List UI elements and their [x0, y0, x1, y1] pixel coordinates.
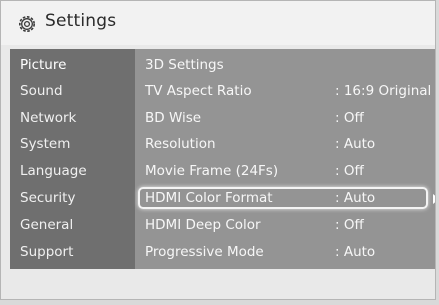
sidebar-item-language[interactable]: Language	[10, 158, 135, 184]
sidebar-item-support[interactable]: Support	[10, 239, 135, 265]
row-label: HDMI Deep Color	[145, 217, 261, 233]
row-value: : 16:9 Original	[335, 83, 432, 99]
row-value: : Off	[335, 217, 364, 233]
settings-list: 3D Settings TV Aspect Ratio : 16:9 Origi…	[135, 49, 435, 269]
row-value: : Auto	[335, 136, 376, 152]
row-value: : Auto	[335, 190, 376, 206]
menu-row-progressive-mode[interactable]: Progressive Mode : Auto	[135, 239, 435, 265]
row-label: Resolution	[145, 136, 216, 152]
row-label: HDMI Color Format	[145, 190, 273, 206]
menu-row-resolution[interactable]: Resolution : Auto	[135, 131, 435, 157]
menu-row-movie-frame[interactable]: Movie Frame (24Fs) : Off	[135, 158, 435, 184]
sidebar-item-picture[interactable]: Picture	[10, 52, 135, 78]
menu-row-3d-settings[interactable]: 3D Settings	[135, 52, 435, 78]
menu-row-bd-wise[interactable]: BD Wise : Off	[135, 105, 435, 131]
menu-row-tv-aspect-ratio[interactable]: TV Aspect Ratio : 16:9 Original	[135, 78, 435, 104]
menu-row-hdmi-deep-color[interactable]: HDMI Deep Color : Off	[135, 212, 435, 238]
title-bar: Settings	[1, 1, 435, 45]
row-label: 3D Settings	[145, 57, 224, 73]
sidebar-item-security[interactable]: Security	[10, 185, 135, 211]
row-label: Progressive Mode	[145, 244, 264, 260]
sidebar: Picture Sound Network System Language Se…	[10, 49, 135, 269]
sidebar-item-general[interactable]: General	[10, 212, 135, 238]
row-label: BD Wise	[145, 110, 202, 126]
sidebar-item-sound[interactable]: Sound	[10, 78, 135, 104]
menu-row-hdmi-color-format[interactable]: HDMI Color Format : Auto	[135, 185, 435, 211]
row-label: Movie Frame (24Fs)	[145, 163, 279, 179]
gear-icon	[17, 14, 37, 34]
sidebar-item-network[interactable]: Network	[10, 105, 135, 131]
sidebar-item-system[interactable]: System	[10, 131, 135, 157]
settings-body: Picture Sound Network System Language Se…	[10, 49, 435, 269]
footer-bar	[1, 269, 435, 299]
row-label: TV Aspect Ratio	[145, 83, 252, 99]
row-value: : Off	[335, 163, 364, 179]
chevron-right-icon[interactable]	[433, 194, 435, 204]
settings-panel: Settings Picture Sound Network System La…	[0, 0, 436, 300]
row-value: : Off	[335, 110, 364, 126]
page-title: Settings	[45, 11, 117, 31]
row-value: : Auto	[335, 244, 376, 260]
